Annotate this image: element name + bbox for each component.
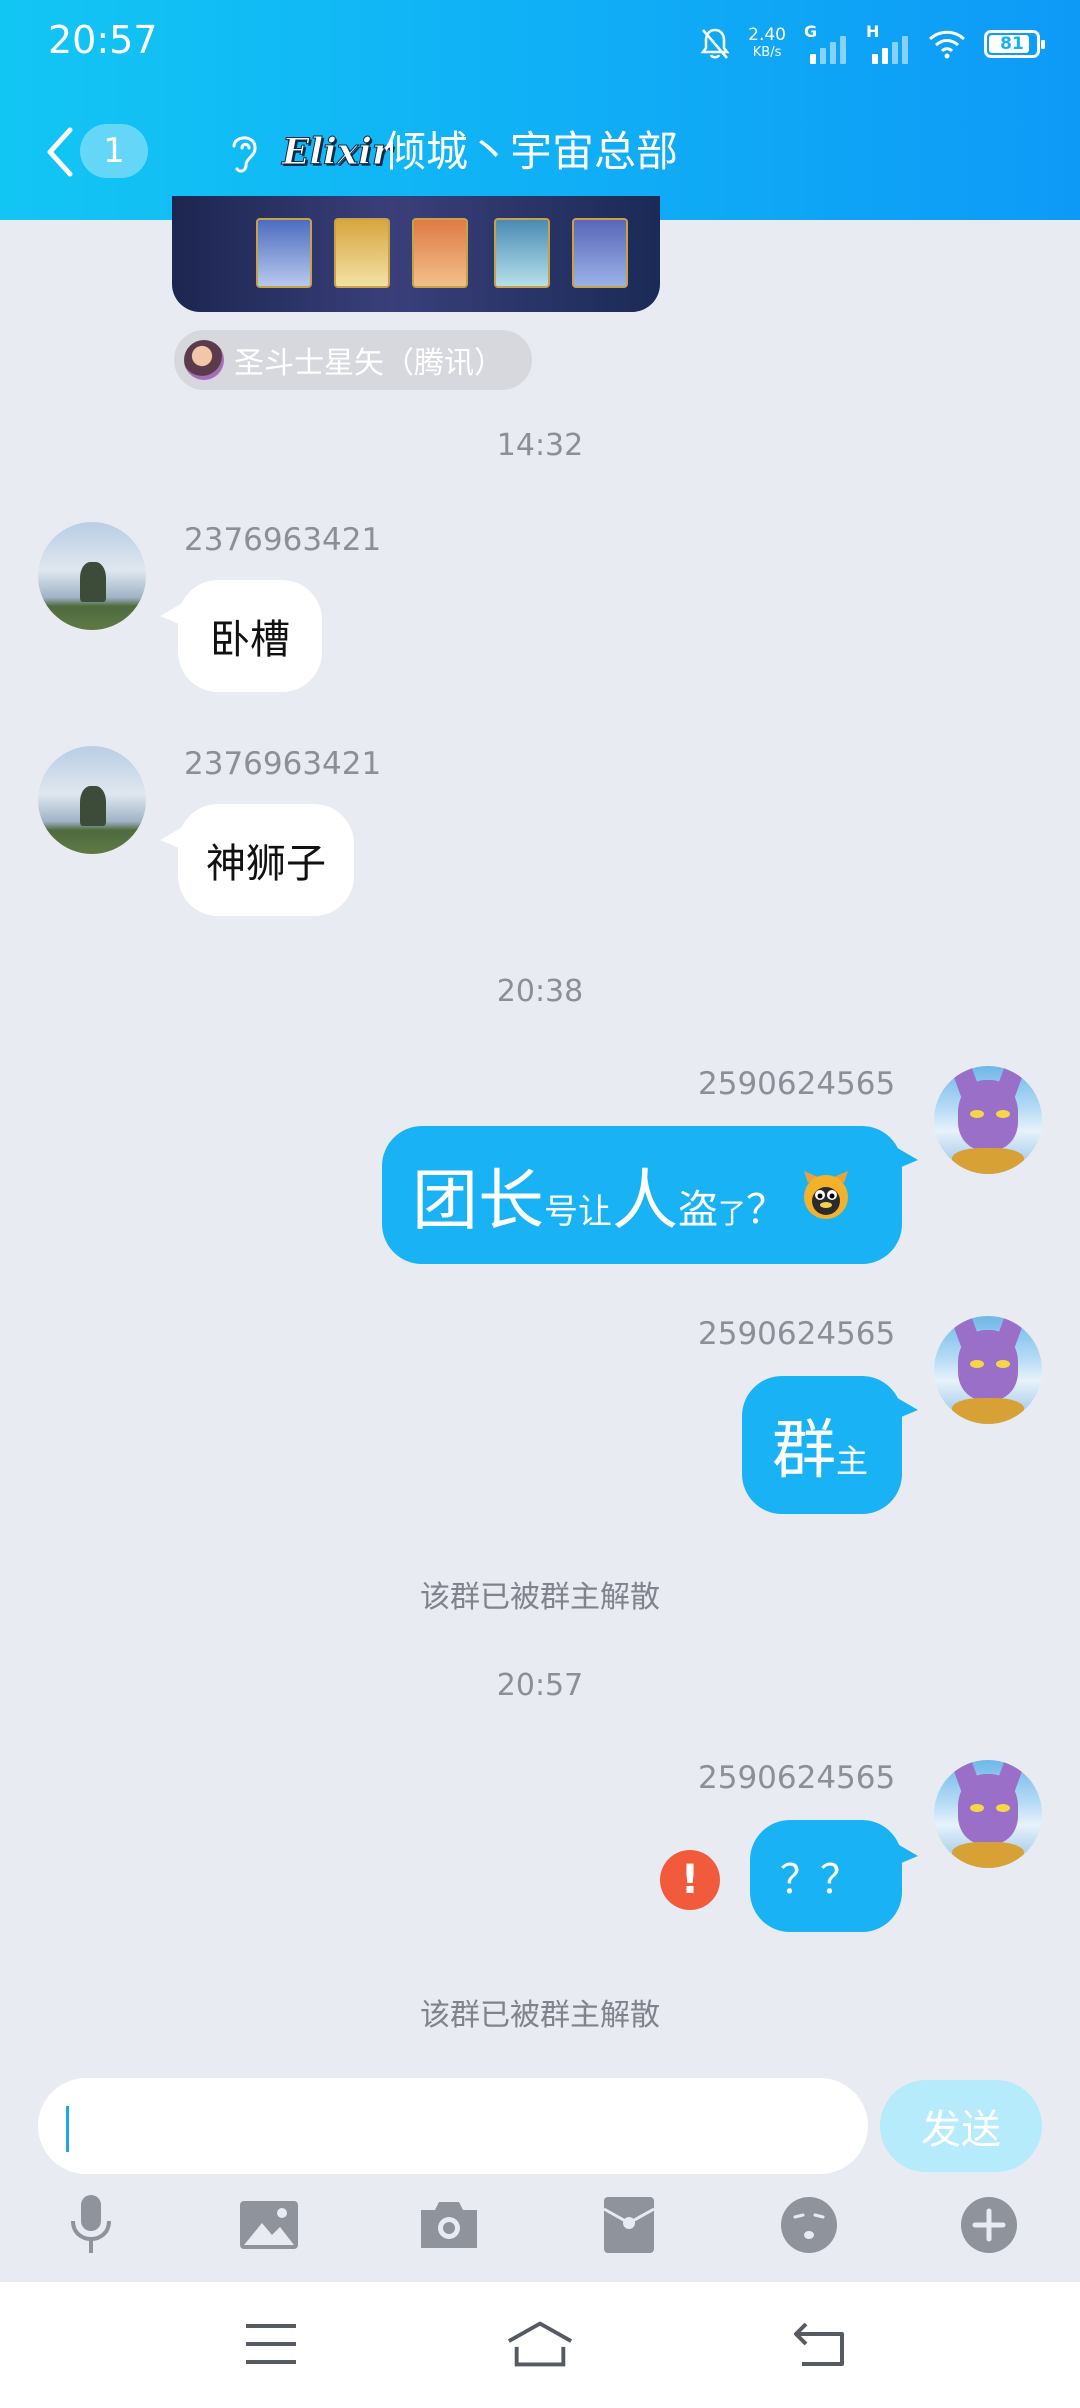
group-title[interactable]: 倾城丶宇宙总部 bbox=[384, 124, 678, 180]
battery-level: 81 bbox=[1000, 34, 1024, 54]
send-failed-icon[interactable]: ! bbox=[660, 1850, 720, 1910]
net-speed-unit: KB/s bbox=[752, 45, 782, 60]
text-part: 主 bbox=[836, 1442, 869, 1480]
emoji-icon[interactable] bbox=[774, 2190, 844, 2260]
system-nav-bar bbox=[0, 2282, 1080, 2408]
message-text: 团长 号让 人 盗 了 ？ bbox=[412, 1147, 786, 1243]
text-part: 了 bbox=[718, 1197, 747, 1230]
message-text: 卧槽 bbox=[210, 617, 290, 663]
text-part: ？ bbox=[746, 1187, 787, 1233]
group-logo: Elixir bbox=[282, 131, 392, 174]
card-character bbox=[494, 218, 550, 288]
ear-icon[interactable] bbox=[226, 128, 262, 176]
text-part: 盗 bbox=[678, 1187, 718, 1233]
card-character bbox=[572, 218, 628, 288]
message-bubble[interactable]: 神狮子 bbox=[178, 804, 354, 916]
system-notice: 该群已被群主解散 bbox=[420, 1998, 660, 2033]
message-bubble[interactable]: 团长 号让 人 盗 了 ？ bbox=[382, 1126, 902, 1264]
sender-name: 2590624565 bbox=[698, 1066, 896, 1102]
signal-icon: G bbox=[804, 22, 848, 64]
card-character bbox=[334, 218, 390, 288]
avatar[interactable] bbox=[934, 1066, 1042, 1174]
image-icon[interactable] bbox=[234, 2190, 304, 2260]
text-caret bbox=[66, 2106, 69, 2152]
avatar[interactable] bbox=[38, 746, 146, 854]
status-time: 20:57 bbox=[48, 18, 158, 62]
message-bubble[interactable]: ？？ bbox=[750, 1820, 902, 1932]
net-speed: 2.40 KB/s bbox=[748, 26, 786, 62]
app-header: 20:57 2.40 KB/s G H 81 1 Elixir 倾城丶宇宙总部 bbox=[0, 0, 1080, 220]
home-icon[interactable] bbox=[505, 2312, 575, 2376]
message-text: 群 主 bbox=[772, 1399, 868, 1491]
game-icon bbox=[184, 340, 224, 380]
message-text: ？？ bbox=[780, 1857, 860, 1903]
message-input[interactable] bbox=[38, 2078, 868, 2174]
back-icon[interactable] bbox=[786, 2312, 856, 2376]
avatar[interactable] bbox=[934, 1316, 1042, 1424]
chevron-left-icon[interactable] bbox=[40, 122, 80, 182]
text-part: 团长 bbox=[412, 1162, 544, 1239]
text-part: 群 bbox=[772, 1414, 836, 1488]
timestamp: 14:32 bbox=[496, 428, 584, 463]
message-bubble[interactable]: 群 主 bbox=[742, 1376, 902, 1514]
sender-name: 2376963421 bbox=[184, 746, 382, 782]
sender-name: 2590624565 bbox=[698, 1760, 896, 1796]
text-part: 号让 bbox=[544, 1192, 612, 1232]
message-text: 神狮子 bbox=[206, 841, 326, 887]
message-bubble[interactable]: 卧槽 bbox=[178, 580, 322, 692]
avatar[interactable] bbox=[38, 522, 146, 630]
wifi-icon bbox=[928, 30, 966, 59]
send-button[interactable]: 发送 bbox=[880, 2080, 1042, 2172]
signal-icon-2: H bbox=[866, 22, 910, 64]
microphone-icon[interactable] bbox=[56, 2190, 126, 2260]
menu-icon[interactable] bbox=[236, 2312, 306, 2376]
battery-icon: 81 bbox=[984, 30, 1045, 58]
card-character bbox=[256, 218, 312, 288]
red-packet-icon[interactable] bbox=[594, 2190, 664, 2260]
card-character bbox=[412, 218, 468, 288]
game-source-label: 圣斗士星矢（腾讯） bbox=[234, 346, 504, 381]
sender-name: 2590624565 bbox=[698, 1316, 896, 1352]
game-source-pill[interactable]: 圣斗士星矢（腾讯） bbox=[174, 330, 532, 390]
system-notice: 该群已被群主解散 bbox=[420, 1580, 660, 1615]
camera-icon[interactable] bbox=[414, 2190, 484, 2260]
timestamp: 20:57 bbox=[496, 1668, 584, 1703]
sim1-type: G bbox=[804, 22, 818, 41]
sender-name: 2376963421 bbox=[184, 522, 382, 558]
status-icons: 2.40 KB/s G H 81 bbox=[700, 22, 1045, 66]
text-part: 人 bbox=[612, 1162, 678, 1239]
sim2-type: H bbox=[866, 22, 880, 41]
penguin-emoji-icon bbox=[804, 1171, 849, 1219]
input-bar: 发送 bbox=[0, 2060, 1080, 2280]
timestamp: 20:38 bbox=[496, 974, 584, 1009]
net-speed-value: 2.40 bbox=[748, 25, 786, 45]
avatar[interactable] bbox=[934, 1760, 1042, 1868]
shared-game-card[interactable] bbox=[172, 196, 660, 312]
plus-icon[interactable] bbox=[954, 2190, 1024, 2260]
bell-off-icon bbox=[700, 28, 730, 59]
unread-count-badge[interactable]: 1 bbox=[80, 124, 148, 178]
